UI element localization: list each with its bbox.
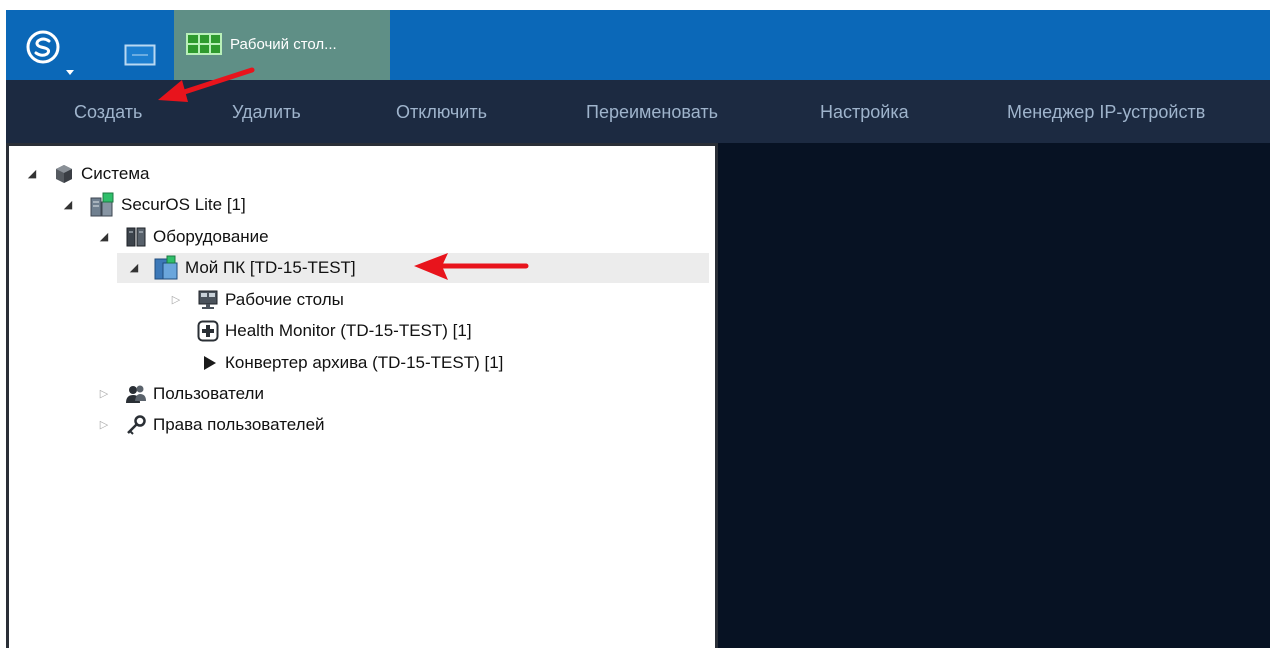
system-cube-icon (53, 163, 75, 185)
tree-item-hardware[interactable]: ◢ Оборудование (19, 222, 709, 252)
expand-toggle-icon[interactable]: ◢ (25, 159, 39, 189)
play-triangle-icon (199, 352, 221, 374)
tab-desktop[interactable]: Рабочий стол... (174, 10, 390, 80)
desktop-grid-icon (186, 33, 222, 55)
tree-item-label: Мой ПК [TD-15-TEST] (185, 258, 356, 277)
tree-item-desktops[interactable]: ▷ Рабочие столы (19, 285, 709, 315)
tree-item-label: Права пользователей (153, 415, 325, 434)
delete-button[interactable]: Удалить (232, 102, 301, 123)
tree-item-users[interactable]: ▷ Пользователи (19, 379, 709, 409)
ip-device-manager-button[interactable]: Менеджер IP-устройств (1007, 102, 1205, 123)
tree-item-health-monitor[interactable]: Health Monitor (TD-15-TEST) [1] (19, 316, 709, 346)
rename-button[interactable]: Переименовать (586, 102, 718, 123)
window-edge (1270, 0, 1275, 648)
expand-toggle-icon[interactable]: ◢ (97, 222, 111, 252)
tree-item-user-rights[interactable]: ▷ Права пользователей (19, 410, 709, 440)
monitor-icon[interactable] (124, 44, 156, 66)
users-icon (125, 383, 147, 405)
securos-server-icon (89, 192, 115, 218)
create-button[interactable]: Создать (74, 102, 142, 123)
tab-desktop-label: Рабочий стол... (230, 36, 337, 53)
tree-item-label: Система (81, 164, 150, 183)
tree-item-label: SecurOS Lite [1] (121, 195, 246, 214)
hardware-icon (125, 226, 147, 248)
key-icon (125, 414, 147, 436)
disable-button[interactable]: Отключить (396, 102, 487, 123)
settings-button[interactable]: Настройка (820, 102, 909, 123)
tree-item-securos-lite[interactable]: ◢ SecurOS Lite [1] (19, 190, 709, 220)
tree-item-my-pc[interactable]: ◢ Мой ПК [TD-15-TEST] (117, 253, 709, 283)
tree-item-label: Конвертер архива (TD-15-TEST) [1] (225, 353, 504, 372)
top-bar: Рабочий стол... (6, 10, 1270, 80)
expand-toggle-icon[interactable]: ▷ (97, 379, 111, 409)
computer-icon (153, 255, 179, 281)
securos-logo-icon[interactable] (26, 30, 60, 64)
chevron-down-icon[interactable] (66, 70, 74, 75)
tree-item-label: Health Monitor (TD-15-TEST) [1] (225, 321, 472, 340)
expand-toggle-icon[interactable]: ◢ (127, 253, 141, 283)
video-viewer-area (718, 143, 1270, 648)
tree-item-system[interactable]: ◢ Система (19, 159, 709, 189)
toolbar: Создать Удалить Отключить Переименовать … (6, 80, 1270, 143)
expand-toggle-icon[interactable]: ▷ (97, 410, 111, 440)
tree-item-label: Пользователи (153, 384, 264, 403)
tree-item-label: Рабочие столы (225, 290, 344, 309)
tree-item-label: Оборудование (153, 227, 269, 246)
object-tree-panel: ◢ Система ◢ SecurOS Lite [1] ◢ Оборудова… (6, 143, 718, 648)
tree-item-archive-converter[interactable]: Конвертер архива (TD-15-TEST) [1] (19, 348, 709, 378)
expand-toggle-icon[interactable]: ▷ (169, 285, 183, 315)
health-monitor-icon (197, 320, 219, 342)
expand-toggle-icon[interactable]: ◢ (61, 190, 75, 220)
desktops-icon (197, 289, 219, 311)
